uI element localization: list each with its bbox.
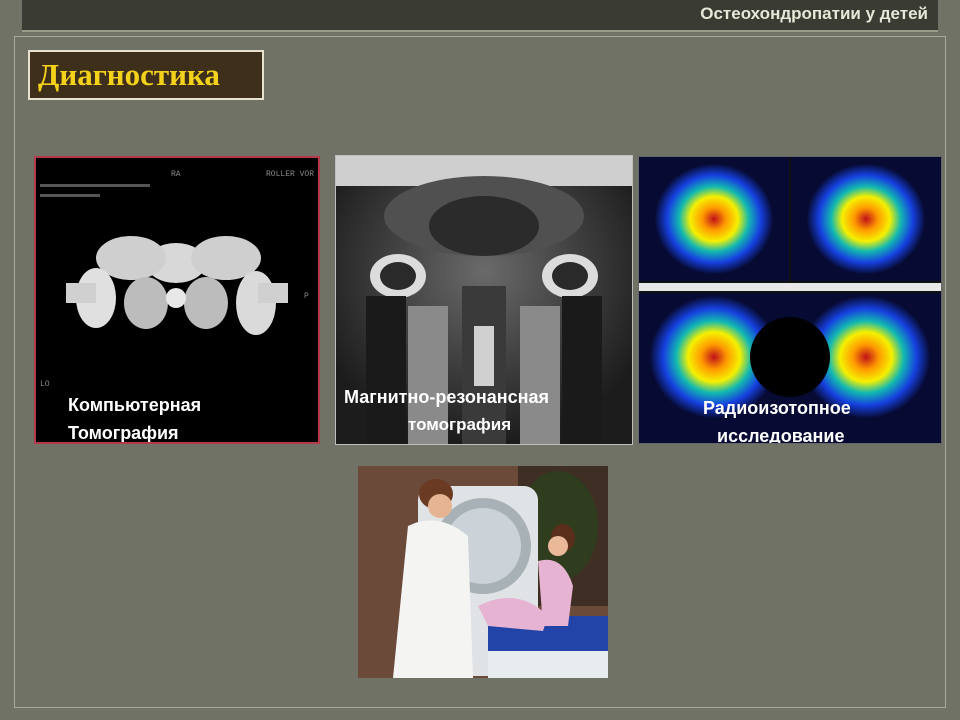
radio-caption-line2: исследование	[717, 426, 845, 444]
ct-overlay-side: P	[304, 292, 309, 301]
scanner-photo	[358, 466, 608, 678]
header-bar: Остеохондропатии у детей	[22, 0, 938, 32]
mri-caption-line2: томография	[408, 415, 512, 434]
slide-title-box: Диагностика	[28, 50, 264, 100]
radio-caption-line1: Радиоизотопное	[703, 398, 851, 418]
mri-image: Магнитно-резонансная томография	[335, 155, 633, 445]
ct-scan-image: RA ROLLER VOR P LO Компьютерная Томограф…	[34, 156, 320, 444]
ct-caption-line1: Компьютерная	[68, 395, 202, 415]
ct-overlay-top-right: ROLLER VOR	[266, 170, 314, 179]
ct-overlay-bottom: LO	[40, 380, 50, 389]
header-title: Остеохондропатии у детей	[700, 4, 928, 23]
mri-caption-line1: Магнитно-резонансная	[344, 387, 549, 407]
radioisotope-image: Радиоизотопное исследование	[638, 156, 942, 444]
ct-caption-line2: Томография	[68, 423, 179, 443]
slide-title: Диагностика	[38, 57, 220, 92]
ct-overlay-top-mid: RA	[171, 170, 181, 179]
